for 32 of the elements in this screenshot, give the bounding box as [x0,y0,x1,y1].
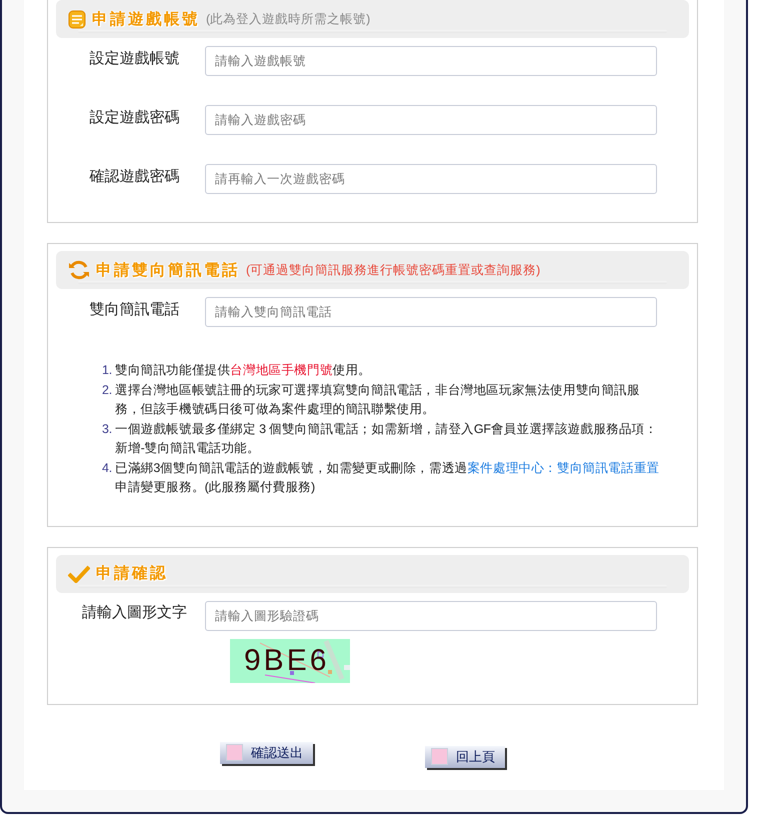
note-text: 雙向簡訊功能僅提供台灣地區手機門號使用。 [115,362,372,379]
form-button[interactable]: 回上頁 [425,746,505,768]
check-icon [68,564,90,582]
input-field[interactable]: 請輸入遊戲密碼 [205,105,657,135]
section-title: 申請遊戲帳號 [92,10,200,30]
refresh-icon [68,259,90,281]
field-label: 雙向簡訊電話 [88,300,180,320]
note-number: 1. [102,362,112,379]
input-field[interactable]: 請再輸入一次遊戲密碼 [205,164,657,194]
section-title: 申請雙向簡訊電話 [96,260,240,280]
note-number: 2. [102,382,112,398]
section-subtitle: (可通過雙向簡訊服務進行帳號密碼重置或查詢服務) [246,262,540,278]
note-text: 已滿綁3個雙向簡訊電話的遊戲帳號，如需變更或刪除，需透過案件處理中心：雙向簡訊電話重置 申請變更服務。(此服務屬付費服務) [115,460,660,496]
captcha-image: 9BE6 [230,638,350,682]
form-button[interactable]: 確認送出 [220,742,313,764]
input-field[interactable]: 請輸入遊戲帳號 [205,46,657,76]
note-text: 一個遊戲帳號最多僅綁定 3 個雙向簡訊電話；如需新增，請登入GF會員並選擇該遊戲服務品項：新增-雙向簡訊電話功能。 [115,420,658,457]
note-text: 選擇台灣地區帳號註冊的玩家可選擇填寫雙向簡訊電話，非台灣地區玩家無法使用雙向簡訊服務，但該手機號碼日後可做為案件處理的簡訊聯繫使用。 [115,382,641,418]
note-number: 4. [102,460,112,476]
section-title: 申請確認 [96,564,168,584]
square-icon [226,744,243,761]
field-label: 設定遊戲密碼 [88,108,180,128]
notepad-icon [68,10,86,28]
field-label: 確認遊戲密碼 [88,166,180,186]
note-number: 3. [102,420,112,438]
service-link[interactable]: 案件處理中心：雙向簡訊電話重置 [467,460,660,474]
square-icon [431,748,448,765]
input-field[interactable]: 請輸入圖形驗證碼 [205,600,657,630]
section-subtitle: (此為登入遊戲時所需之帳號) [206,10,370,28]
input-field[interactable]: 請輸入雙向簡訊電話 [205,297,657,327]
field-label: 請輸入圖形文字 [81,603,188,623]
field-label: 設定遊戲帳號 [88,48,180,68]
